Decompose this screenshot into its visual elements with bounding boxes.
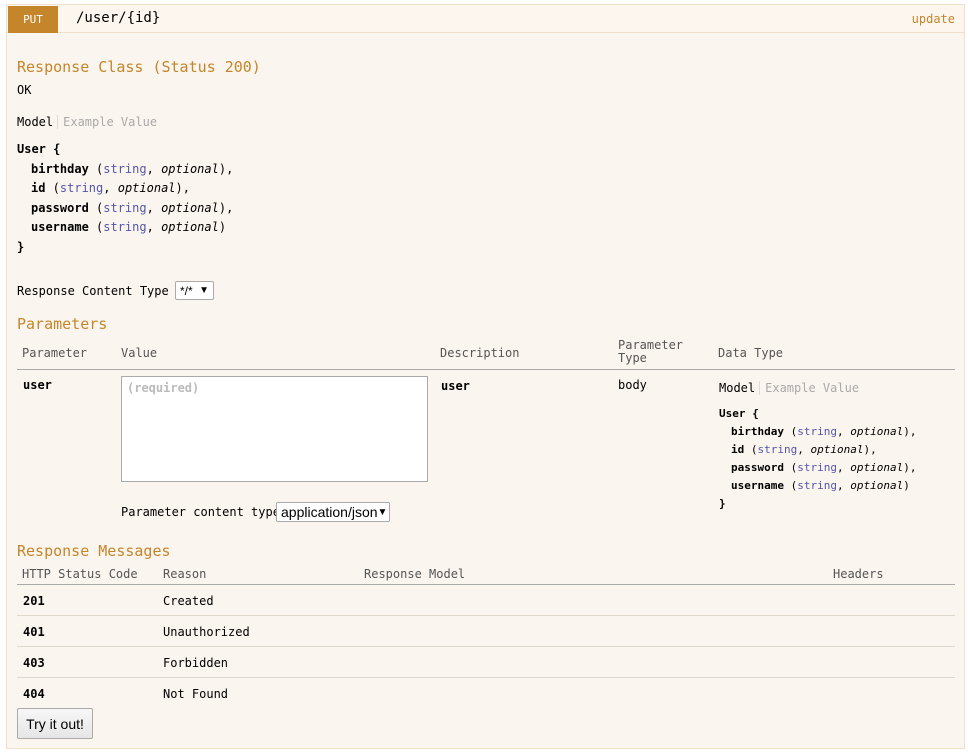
resp-col-headers: Headers: [833, 567, 884, 581]
model-field: password (string, optional),: [731, 461, 917, 474]
parameters-heading: Parameters: [17, 315, 108, 333]
response-content-type-label: Response Content Type: [17, 284, 169, 298]
param-value-textarea[interactable]: [121, 376, 428, 482]
model-tab[interactable]: Model: [719, 381, 761, 395]
dropdown-arrow-icon: ▼: [199, 285, 209, 296]
row-divider: [17, 615, 955, 616]
example-value-tab[interactable]: Example Value: [58, 115, 157, 129]
row-divider: [17, 646, 955, 647]
reason-201: Created: [163, 594, 214, 608]
param-model-tabs: Model Example Value: [719, 379, 859, 397]
reason-403: Forbidden: [163, 656, 229, 670]
try-it-out-button[interactable]: Try it out!: [17, 708, 93, 739]
param-type-line2: Type: [618, 351, 647, 365]
model-close-brace: }: [719, 497, 726, 510]
status-code-201: 201: [23, 594, 45, 608]
dropdown-arrow-icon: ▼: [377, 506, 388, 518]
status-code-401: 401: [23, 625, 45, 639]
param-col-description: Description: [440, 346, 520, 360]
model-open-brace: {: [53, 142, 61, 156]
example-value-tab[interactable]: Example Value: [760, 381, 859, 395]
param-col-parameter-type: Parameter Type: [618, 339, 683, 365]
param-content-type-value: application/json: [281, 504, 378, 520]
reason-401: Unauthorized: [163, 625, 250, 639]
status-code-404: 404: [23, 687, 45, 701]
model-name: User: [17, 142, 46, 156]
param-description: user: [441, 379, 470, 393]
param-col-parameter: Parameter: [22, 346, 88, 360]
response-messages-heading: Response Messages: [17, 542, 171, 560]
model-tab[interactable]: Model: [17, 115, 59, 129]
http-method-badge[interactable]: PUT: [8, 6, 58, 33]
model-field: username (string, optional): [31, 220, 227, 234]
model-close-brace: }: [17, 239, 25, 254]
param-content-type-label: Parameter content type:: [121, 505, 288, 519]
endpoint-path[interactable]: /user/{id}: [76, 10, 160, 26]
param-name: user: [23, 378, 52, 392]
model-field: birthday (string, optional),: [731, 425, 917, 438]
model-field: id (string, optional),: [31, 181, 190, 195]
model-field: username (string, optional): [731, 479, 910, 492]
resp-col-reason: Reason: [163, 567, 207, 581]
response-class-description: OK: [17, 83, 32, 97]
model-field: id (string, optional),: [731, 443, 877, 456]
param-model-signature: User { birthday (string, optional), id (…: [719, 405, 916, 513]
operation-summary-link[interactable]: update: [912, 12, 955, 26]
model-open-brace: {: [752, 407, 759, 420]
resp-col-status-code: HTTP Status Code: [22, 567, 138, 581]
param-content-type-select[interactable]: application/json ▼: [276, 502, 390, 522]
resp-col-response-model: Response Model: [364, 567, 466, 581]
response-class-heading: Response Class (Status 200): [17, 58, 261, 76]
operation-panel: PUT /user/{id} update Response Class (St…: [6, 4, 965, 749]
row-divider: [17, 677, 955, 678]
param-col-value: Value: [121, 346, 158, 360]
response-content-type-select[interactable]: */* ▼: [175, 281, 214, 300]
resp-table-divider: [17, 584, 955, 585]
status-code-403: 403: [23, 656, 45, 670]
reason-404: Not Found: [163, 687, 229, 701]
param-table-divider: [17, 369, 955, 370]
response-model-signature: User { birthday (string, optional), id (…: [17, 140, 233, 257]
model-name: User: [719, 407, 746, 420]
response-model-tabs: Model Example Value: [17, 113, 157, 131]
param-col-data-type: Data Type: [718, 346, 784, 360]
response-content-type-value: */*: [180, 283, 193, 298]
operation-header[interactable]: PUT /user/{id} update: [7, 5, 964, 33]
model-field: password (string, optional),: [31, 200, 234, 215]
param-type: body: [618, 378, 647, 392]
model-field: birthday (string, optional),: [31, 161, 234, 176]
